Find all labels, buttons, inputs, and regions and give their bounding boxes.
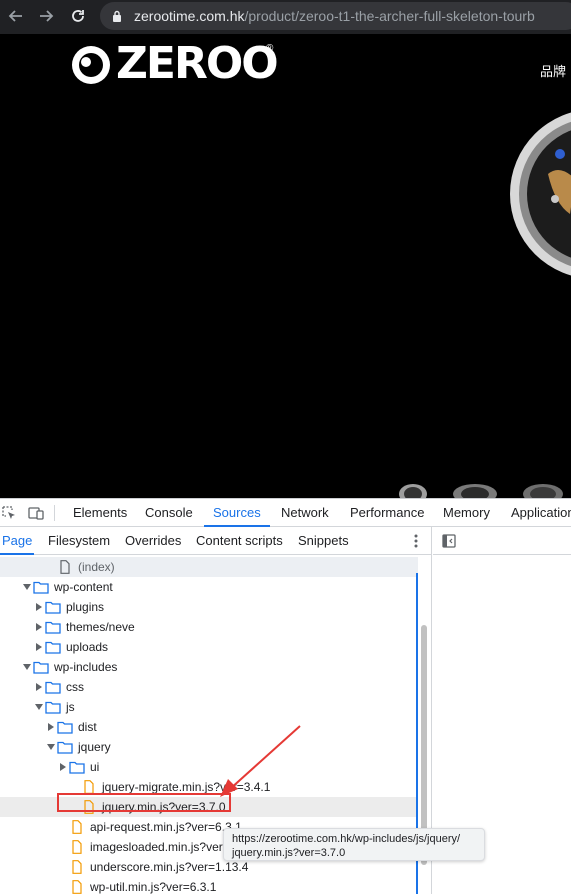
collapsed-triangle-icon[interactable] — [35, 623, 43, 631]
reload-icon — [72, 10, 84, 22]
url-domain: zerootime.com.hk — [134, 8, 245, 24]
annotation-highlight-box — [57, 793, 231, 812]
editor-toolbar — [433, 527, 571, 555]
tooltip-line-2: jquery.min.js?ver=3.7.0 — [232, 847, 346, 859]
folder-icon — [33, 661, 49, 674]
folder-icon — [69, 761, 85, 774]
tree-file-row[interactable]: wp-util.min.js?ver=6.3.1 — [0, 877, 418, 894]
tree-folder-row[interactable]: plugins — [0, 597, 418, 617]
tree-item-label: js — [66, 700, 75, 714]
subtab-filesystem[interactable]: Filesystem — [48, 527, 110, 555]
expanded-triangle-icon[interactable] — [23, 583, 31, 591]
tree-file-row[interactable]: (index) — [0, 557, 418, 577]
collapsed-triangle-icon[interactable] — [35, 683, 43, 691]
tooltip-line-1: https://zerootime.com.hk/wp-includes/js/… — [232, 833, 461, 845]
tree-item-label: themes/neve — [66, 620, 135, 634]
file-icon — [72, 860, 82, 874]
url-tooltip: https://zerootime.com.hk/wp-includes/js/… — [223, 828, 485, 861]
folder-icon — [45, 621, 61, 634]
folder-icon — [45, 601, 61, 614]
url-text: zerootime.com.hk/product/zeroo-t1-the-ar… — [134, 8, 535, 24]
inspect-element-icon[interactable] — [1, 505, 17, 521]
tab-sources[interactable]: Sources — [204, 499, 270, 527]
tree-folder-row[interactable]: uploads — [0, 637, 418, 657]
device-toolbar-icon[interactable] — [28, 505, 44, 521]
toggle-navigator-icon[interactable] — [441, 533, 457, 549]
watch-thumbnails[interactable] — [395, 478, 571, 498]
tree-item-label: ui — [90, 760, 100, 774]
tab-memory[interactable]: Memory — [443, 499, 490, 527]
tree-folder-row[interactable]: dist — [0, 717, 418, 737]
forward-button[interactable] — [34, 5, 58, 27]
logo-text: ZEROO — [116, 38, 279, 89]
lock-icon — [113, 10, 121, 22]
devtools-tab-separator — [54, 505, 55, 521]
expanded-triangle-icon[interactable] — [35, 703, 43, 711]
reload-button[interactable] — [66, 5, 90, 27]
watch-image — [510, 112, 571, 276]
collapsed-triangle-icon[interactable] — [35, 603, 43, 611]
tree-item-label: wp-includes — [54, 660, 118, 674]
file-icon — [72, 840, 82, 854]
tree-folder-row[interactable]: jquery — [0, 737, 418, 757]
tab-console[interactable]: Console — [145, 499, 193, 527]
collapsed-triangle-icon[interactable] — [35, 643, 43, 651]
tab-performance[interactable]: Performance — [350, 499, 424, 527]
address-bar[interactable]: zerootime.com.hk/product/zeroo-t1-the-ar… — [100, 2, 571, 30]
more-options-icon[interactable] — [410, 533, 422, 549]
tree-item-label: (index) — [78, 560, 115, 574]
logo-eye-icon — [72, 46, 110, 84]
back-button[interactable] — [4, 5, 28, 27]
navigator-tabbar: Page Filesystem Overrides Content script… — [0, 527, 431, 555]
arrow-right-icon — [40, 10, 54, 22]
tree-item-label: jquery — [78, 740, 111, 754]
arrow-left-icon — [8, 10, 22, 22]
tree-folder-row[interactable]: wp-content — [0, 577, 418, 597]
folder-icon — [45, 681, 61, 694]
tree-folder-row[interactable]: ui — [0, 757, 418, 777]
logo-registered-mark: ® — [266, 43, 274, 54]
tree-folder-row[interactable]: css — [0, 677, 418, 697]
url-path: /product/zeroo-t1-the-archer-full-skelet… — [244, 8, 535, 24]
subtab-snippets[interactable]: Snippets — [298, 527, 349, 555]
subtab-page[interactable]: Page — [0, 527, 35, 555]
tab-elements[interactable]: Elements — [73, 499, 127, 527]
tree-folder-row[interactable]: themes/neve — [0, 617, 418, 637]
browser-toolbar: zerootime.com.hk/product/zeroo-t1-the-ar… — [0, 0, 571, 34]
file-icon — [84, 780, 94, 794]
devtools-panel: Elements Console Sources Network Perform… — [0, 498, 571, 894]
tree-item-label: api-request.min.js?ver=6.3.1 — [90, 820, 242, 834]
tree-item-label: css — [66, 680, 84, 694]
tab-application[interactable]: Application — [511, 499, 571, 527]
site-logo[interactable]: ZEROO ® — [70, 41, 280, 87]
tab-network[interactable]: Network — [281, 499, 329, 527]
file-icon — [72, 880, 82, 894]
nav-brand-link[interactable]: 品牌 — [540, 61, 566, 80]
collapsed-triangle-icon[interactable] — [59, 763, 67, 771]
subtab-content-scripts[interactable]: Content scripts — [196, 527, 283, 555]
folder-icon — [57, 741, 73, 754]
file-icon — [60, 560, 70, 574]
tree-item-label: dist — [78, 720, 97, 734]
file-icon — [72, 820, 82, 834]
tree-item-label: wp-content — [54, 580, 113, 594]
tree-item-label: wp-util.min.js?ver=6.3.1 — [90, 880, 217, 894]
tree-item-label: plugins — [66, 600, 105, 614]
page-viewport: ZEROO ® 品牌 — [0, 34, 571, 498]
collapsed-triangle-icon[interactable] — [47, 723, 55, 731]
expanded-triangle-icon[interactable] — [47, 743, 55, 751]
folder-icon — [45, 701, 61, 714]
folder-icon — [45, 641, 61, 654]
annotation-arrow — [220, 725, 301, 797]
folder-icon — [57, 721, 73, 734]
subtab-overrides[interactable]: Overrides — [125, 527, 181, 555]
expanded-triangle-icon[interactable] — [23, 663, 31, 671]
tree-folder-row[interactable]: js — [0, 697, 418, 717]
folder-icon — [33, 581, 49, 594]
tree-folder-row[interactable]: wp-includes — [0, 657, 418, 677]
tree-item-label: uploads — [66, 640, 109, 654]
devtools-tabbar: Elements Console Sources Network Perform… — [0, 499, 571, 527]
